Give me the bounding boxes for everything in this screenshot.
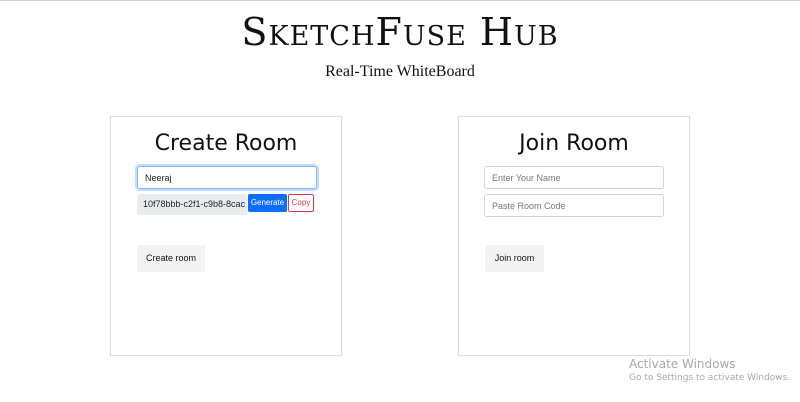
top-divider [0, 0, 800, 1]
create-name-input[interactable] [137, 166, 317, 189]
create-room-title: Create Room [154, 131, 298, 156]
room-code-input[interactable] [484, 194, 664, 217]
copy-button[interactable]: Copy [288, 194, 314, 212]
app-subtitle: Real-Time WhiteBoard [325, 63, 475, 80]
join-room-card: Join Room Join room [458, 116, 690, 356]
join-room-button[interactable]: Join room [485, 245, 544, 272]
generate-button[interactable]: Generate [248, 194, 287, 212]
create-room-button[interactable]: Create room [137, 245, 205, 272]
app-title: SketchFuse Hub [241, 10, 559, 54]
activate-windows-watermark: Activate Windows Go to Settings to activ… [629, 357, 790, 383]
join-name-input[interactable] [484, 166, 664, 189]
room-code-field[interactable]: 10f78bbb-c2f1-c9b8-8cac [137, 194, 247, 215]
watermark-line-2: Go to Settings to activate Windows. [629, 373, 791, 383]
create-room-card: Create Room 10f78bbb-c2f1-c9b8-8cac Gene… [110, 116, 342, 356]
watermark-line-1: Activate Windows [629, 357, 736, 371]
join-room-title: Join Room [519, 131, 629, 156]
